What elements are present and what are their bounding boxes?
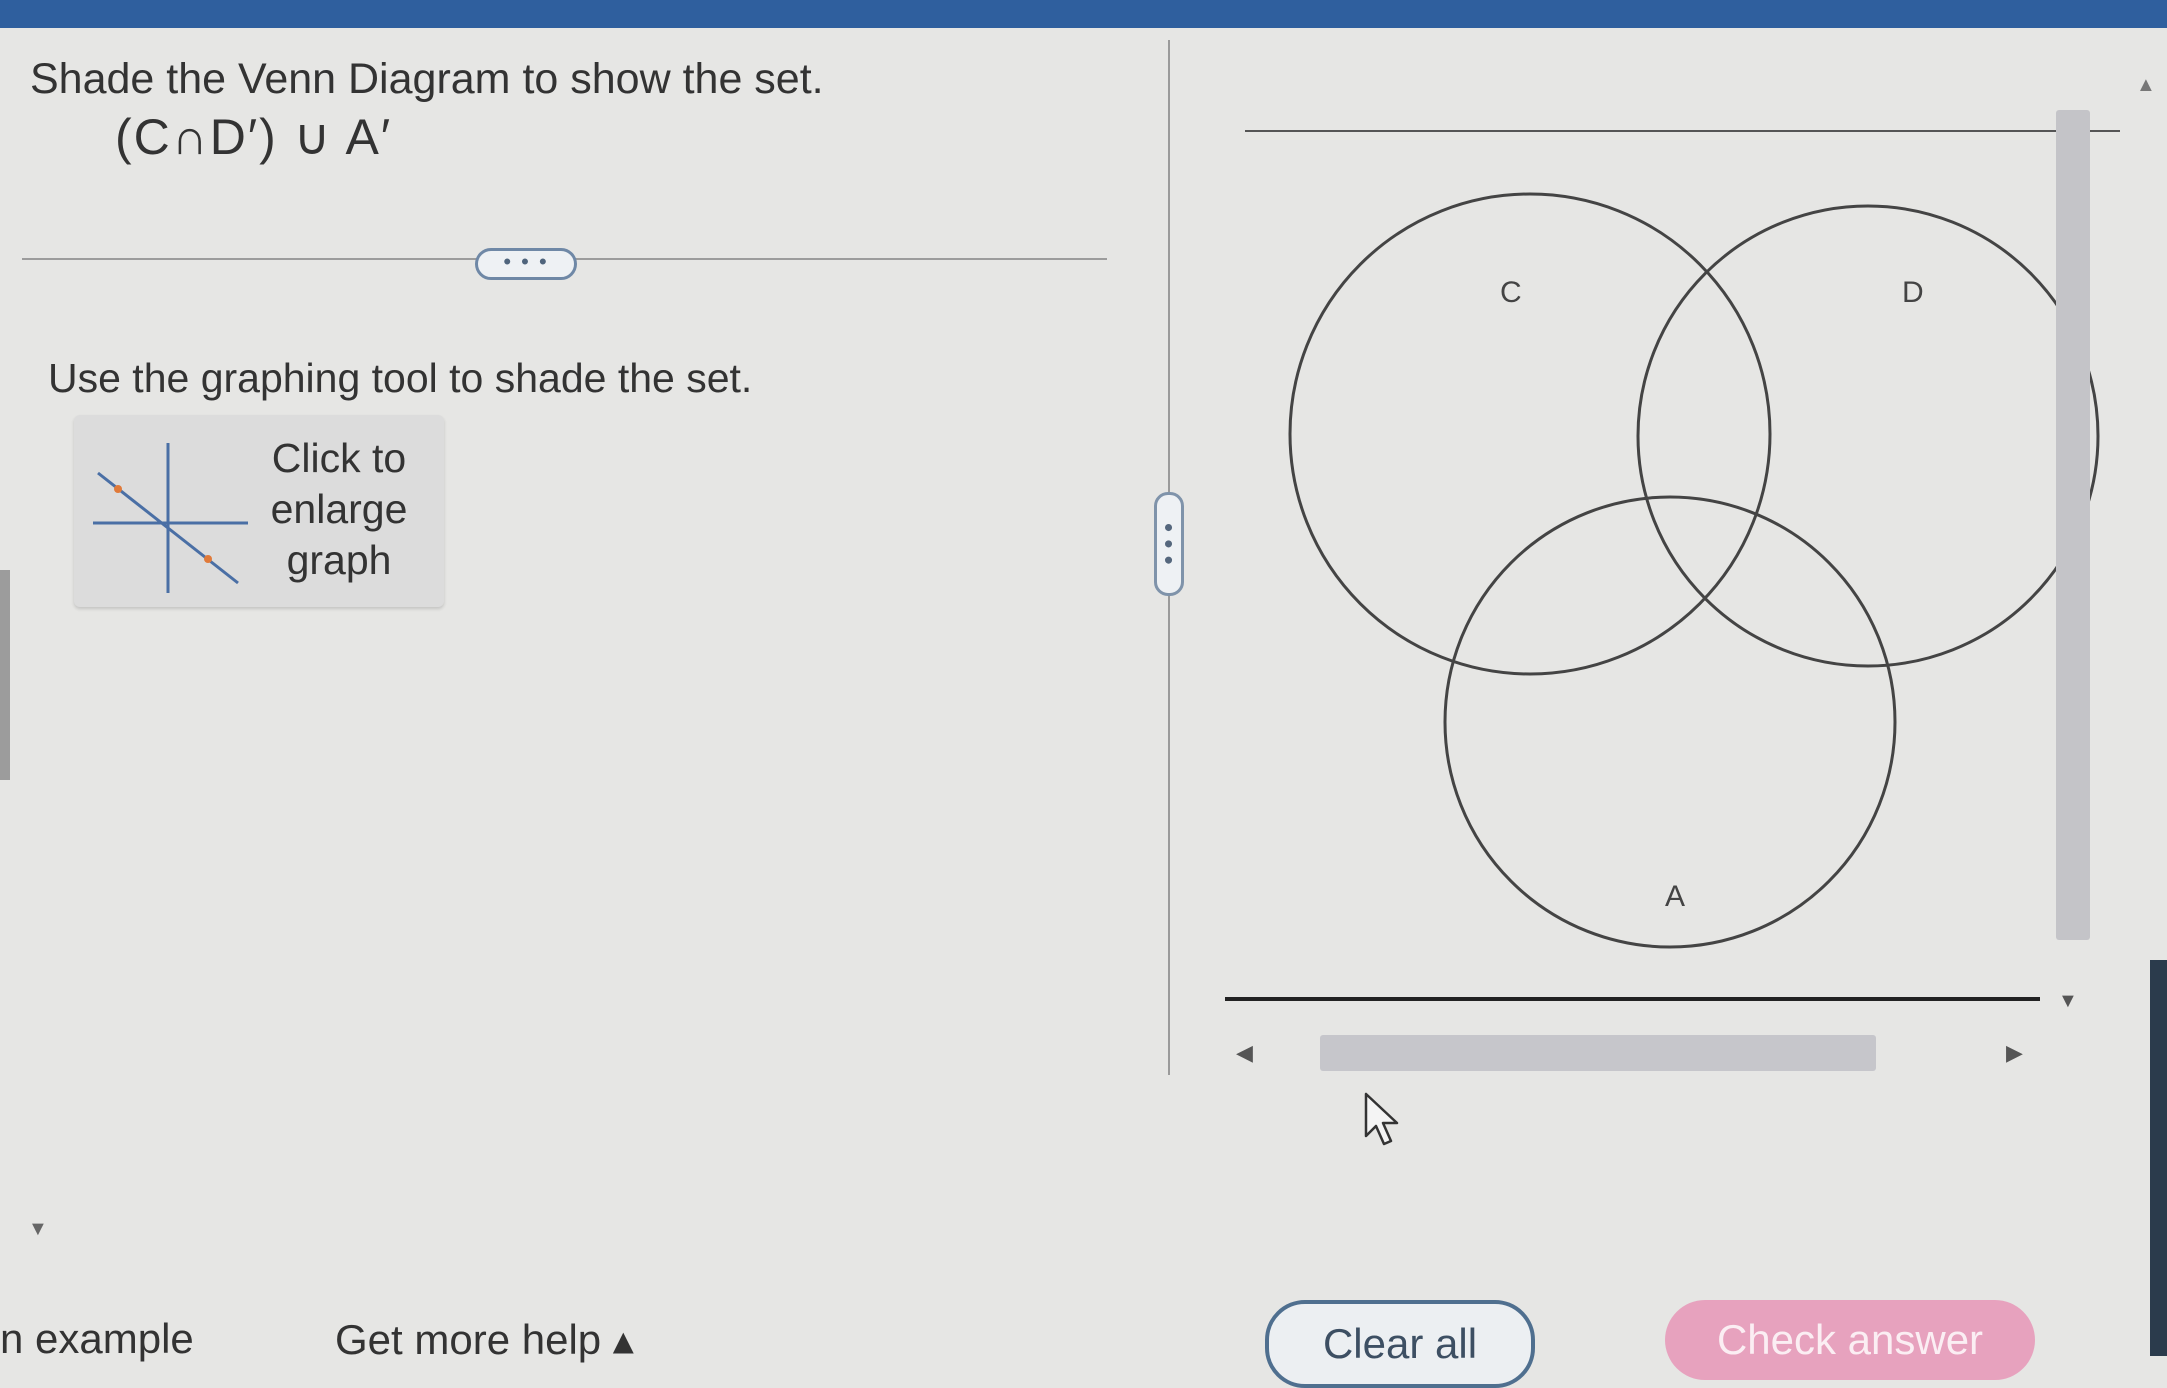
graph-top-border: [1245, 130, 2120, 132]
vertical-scrollbar-thumb[interactable]: [2056, 110, 2090, 940]
horizontal-scrollbar-thumb[interactable]: [1320, 1035, 1876, 1071]
enlarge-graph-label: Click to enlarge graph: [249, 433, 429, 586]
expand-more-button[interactable]: • • •: [475, 248, 577, 280]
graph-bottom-border: [1225, 997, 2040, 1001]
set-expression: (C∩D′) ∪ A′: [115, 109, 393, 165]
mouse-pointer-icon: [1364, 1092, 1399, 1146]
enlarge-graph-button[interactable]: Click to enlarge graph: [74, 415, 444, 607]
left-scrollbar-thumb[interactable]: [0, 570, 10, 780]
clear-all-button[interactable]: Clear all: [1265, 1300, 1535, 1388]
check-answer-button[interactable]: Check answer: [1665, 1300, 2035, 1380]
get-more-help-link[interactable]: Get more help ▴: [335, 1315, 634, 1364]
question-panel: [0, 28, 1160, 1356]
instruction-text: Use the graphing tool to shade the set.: [48, 355, 753, 401]
enlarge-label-line: Click to: [271, 435, 407, 481]
scroll-left-arrow-icon[interactable]: ◀: [1236, 1040, 1253, 1066]
venn-diagram[interactable]: C D A: [1260, 170, 2110, 970]
enlarge-label-line: enlarge: [270, 486, 408, 532]
scroll-up-arrow-icon[interactable]: ▲: [2136, 74, 2156, 97]
top-bar: [0, 0, 2167, 28]
enlarge-label-line: graph: [286, 537, 392, 583]
question-title: Shade the Venn Diagram to show the set.: [30, 55, 824, 103]
scroll-down-arrow-icon[interactable]: ▼: [2058, 990, 2078, 1013]
venn-circle-c[interactable]: [1288, 192, 1772, 676]
graph-icon: [93, 443, 248, 593]
venn-label-a: A: [1665, 880, 1685, 913]
venn-label-c: C: [1500, 276, 1522, 309]
scroll-down-arrow-icon[interactable]: ▼: [28, 1218, 48, 1241]
scroll-right-arrow-icon[interactable]: ▶: [2006, 1040, 2023, 1066]
window-edge: [2150, 960, 2167, 1356]
venn-label-d: D: [1902, 276, 1924, 309]
